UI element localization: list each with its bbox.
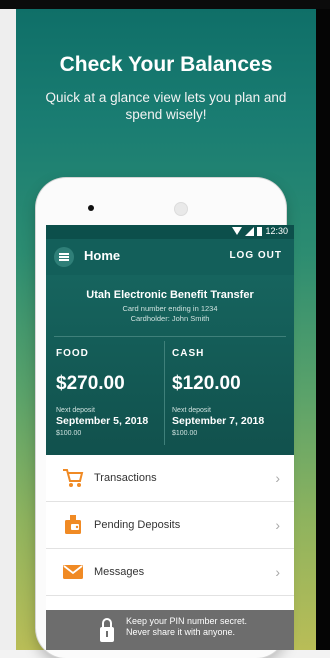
food-label: FOOD [56,348,89,359]
phone-sensor-dot [88,205,94,211]
menu-item-messages[interactable]: Messages › [46,549,294,596]
cash-label: CASH [172,348,205,359]
phone-camera [174,202,188,216]
balance-card: Utah Electronic Benefit Transfer Card nu… [46,275,294,455]
signal-icon [245,226,255,236]
chevron-right-icon: › [275,564,280,580]
battery-icon [257,226,263,236]
wifi-icon [232,227,243,235]
food-amount: $270.00 [56,373,125,394]
cash-next-amount: $100.00 [172,430,198,437]
status-time: 12:30 [265,226,288,236]
cart-icon [62,467,84,489]
balance-column-divider [164,341,165,445]
menu-item-pending-deposits[interactable]: Pending Deposits › [46,502,294,549]
cash-balance: CASH $120.00 Next deposit September 7, 2… [172,348,264,437]
banner-text: Keep your PIN number secret. Never share… [126,616,247,638]
menu-item-transactions[interactable]: Transactions › [46,455,294,502]
cardholder-name: Cardholder: John Smith [130,314,210,323]
lock-icon [100,617,114,643]
promo-subline: Quick at a glance view lets you plan and… [45,90,287,122]
logout-button[interactable]: LOG OUT [229,250,282,261]
banner-line-1: Keep your PIN number secret. [126,616,248,626]
page-title: Home [84,248,121,263]
menu-item-label: Pending Deposits [94,519,181,531]
phone-screen: 12:30 Home LOG OUT Utah Electronic Benef… [46,225,294,650]
card-number: Card number ending in 1234 [122,304,218,313]
cash-next-label: Next deposit [172,407,211,414]
banner-line-2: Never share it with anyone. [126,627,236,637]
card-title: Utah Electronic Benefit Transfer [86,289,254,301]
promo-headline: Check Your Balances [59,53,273,76]
food-next-date: September 5, 2018 [56,415,149,427]
status-bar: 12:30 [46,225,294,239]
envelope-icon [62,561,84,583]
cash-next-date: September 7, 2018 [172,415,265,427]
left-margin [0,9,16,650]
food-balance: FOOD $270.00 Next deposit September 5, 2… [56,348,148,437]
pin-security-banner: Keep your PIN number secret. Never share… [46,610,294,650]
food-next-amount: $100.00 [56,430,82,437]
menu-item-label: Messages [94,566,145,578]
card-divider [54,336,286,337]
chevron-right-icon: › [275,470,280,486]
menu-item-label: Transactions [94,472,157,484]
app-bar: Home LOG OUT [46,239,294,275]
menu-icon[interactable] [54,247,74,267]
menu-list: Transactions › Pending Deposits › Messag… [46,455,294,596]
deposit-icon [62,514,84,536]
chevron-right-icon: › [275,517,280,533]
food-next-label: Next deposit [56,407,95,414]
top-bar [0,0,330,9]
right-margin [316,9,330,650]
cash-amount: $120.00 [172,373,241,394]
